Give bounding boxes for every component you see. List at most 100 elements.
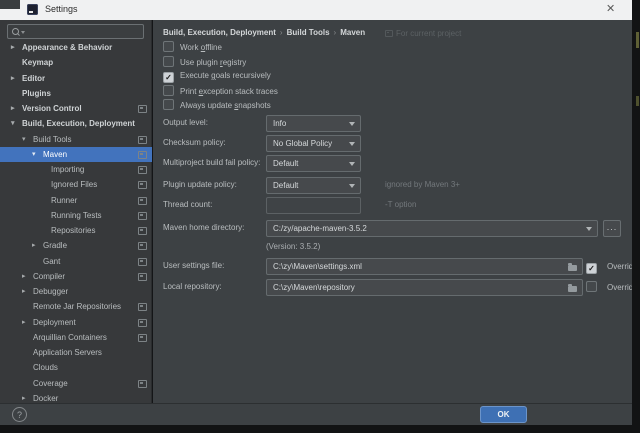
sidebar-item-label: Maven bbox=[43, 147, 67, 162]
sidebar-item-clouds[interactable]: Clouds bbox=[0, 360, 152, 375]
local-repo-input[interactable]: C:\zy\Maven\repository bbox=[266, 279, 583, 296]
sidebar-item-runner[interactable]: Runner bbox=[0, 193, 152, 208]
user-settings-override[interactable]: ✓Override bbox=[586, 260, 638, 274]
breadcrumb-item[interactable]: Build Tools bbox=[287, 28, 330, 37]
select-output-level[interactable]: Info bbox=[266, 115, 361, 132]
checkbox-label: Always update snapshots bbox=[180, 101, 271, 110]
breadcrumb-item[interactable]: Build, Execution, Deployment bbox=[163, 28, 276, 37]
project-setting-icon bbox=[138, 380, 147, 388]
select-plugin-update-policy[interactable]: Default bbox=[266, 177, 361, 194]
settings-dialog-icon bbox=[27, 4, 38, 15]
chevron-down-icon[interactable] bbox=[586, 227, 592, 231]
checkbox-row-work-offline[interactable]: Work offline bbox=[163, 41, 222, 53]
chevron-right-icon[interactable]: ▸ bbox=[11, 71, 15, 86]
sidebar-item-gradle[interactable]: ▸Gradle bbox=[0, 238, 152, 253]
local-repo-label: Local repository: bbox=[163, 282, 222, 291]
checkbox-row-execute-goals-recursively[interactable]: ✓Execute goals recursively bbox=[163, 70, 271, 82]
override-checkbox[interactable]: ✓ bbox=[586, 263, 597, 274]
sidebar-item-coverage[interactable]: Coverage bbox=[0, 376, 152, 391]
user-settings-input[interactable]: C:\zy\Maven\settings.xml bbox=[266, 258, 583, 275]
chevron-right-icon[interactable]: ▸ bbox=[11, 40, 15, 55]
sidebar-item-importing[interactable]: Importing bbox=[0, 162, 152, 177]
chevron-right-icon[interactable]: ▸ bbox=[22, 269, 26, 284]
maven-home-value: C:/zy/apache-maven-3.5.2 bbox=[273, 224, 367, 233]
project-setting-icon bbox=[138, 319, 147, 327]
project-setting-icon bbox=[138, 212, 147, 220]
chevron-right-icon[interactable]: ▸ bbox=[11, 101, 15, 116]
sidebar-item-build-execution-deployment[interactable]: ▾Build, Execution, Deployment bbox=[0, 116, 152, 131]
sidebar-item-label: Debugger bbox=[33, 284, 68, 299]
chevron-down-icon[interactable]: ▾ bbox=[32, 147, 36, 162]
sidebar-item-label: Importing bbox=[51, 162, 84, 177]
sidebar-item-arquillian-containers[interactable]: Arquillian Containers bbox=[0, 330, 152, 345]
checkbox[interactable] bbox=[163, 41, 174, 52]
sidebar-item-build-tools[interactable]: ▾Build Tools bbox=[0, 132, 152, 147]
project-setting-icon bbox=[138, 273, 147, 281]
thread-count-input[interactable] bbox=[266, 197, 361, 214]
window-titlebar[interactable]: Settings ✕ bbox=[0, 0, 632, 20]
sidebar-item-label: Ignored Files bbox=[51, 177, 97, 192]
select-hint: ignored by Maven 3+ bbox=[385, 180, 460, 189]
chevron-down-icon[interactable]: ▾ bbox=[11, 116, 15, 131]
background-edge bbox=[0, 425, 632, 433]
project-setting-icon bbox=[138, 334, 147, 342]
sidebar-item-application-servers[interactable]: Application Servers bbox=[0, 345, 152, 360]
sidebar-item-gant[interactable]: Gant bbox=[0, 254, 152, 269]
sidebar-item-repositories[interactable]: Repositories bbox=[0, 223, 152, 238]
checkbox[interactable] bbox=[163, 99, 174, 110]
project-setting-icon bbox=[138, 166, 147, 174]
project-setting-icon bbox=[138, 151, 147, 159]
checkbox-label: Work offline bbox=[180, 43, 222, 52]
sidebar-item-debugger[interactable]: ▸ Debugger bbox=[0, 284, 152, 299]
sidebar-item-running-tests[interactable]: Running Tests bbox=[0, 208, 152, 223]
sidebar-item-label: Runner bbox=[51, 193, 77, 208]
ok-button[interactable]: OK bbox=[480, 406, 527, 423]
sidebar-item-ignored-files[interactable]: Ignored Files bbox=[0, 177, 152, 192]
chevron-down-icon[interactable] bbox=[349, 142, 355, 146]
chevron-right-icon[interactable]: ▸ bbox=[32, 238, 36, 253]
chevron-right-icon[interactable]: ▸ bbox=[22, 315, 26, 330]
checkbox-row-use-plugin-registry[interactable]: Use plugin registry bbox=[163, 56, 246, 68]
local-repo-value: C:\zy\Maven\repository bbox=[273, 283, 355, 292]
select-checksum-policy[interactable]: No Global Policy bbox=[266, 135, 361, 152]
sidebar-item-label: Application Servers bbox=[33, 345, 102, 360]
project-setting-icon bbox=[138, 105, 147, 113]
sidebar-item-keymap[interactable]: Keymap bbox=[0, 55, 152, 70]
sidebar-item-maven[interactable]: ▾ Maven bbox=[0, 147, 152, 162]
local-repo-override[interactable]: Override bbox=[586, 281, 638, 294]
sidebar-item-label: Coverage bbox=[33, 376, 68, 391]
browse-button[interactable]: ... bbox=[603, 220, 621, 237]
sidebar-item-compiler[interactable]: ▸Compiler bbox=[0, 269, 152, 284]
sidebar-item-editor[interactable]: ▸Editor bbox=[0, 71, 152, 86]
chevron-down-icon[interactable] bbox=[349, 184, 355, 188]
search-input[interactable] bbox=[7, 24, 144, 39]
override-checkbox[interactable] bbox=[586, 281, 597, 292]
sidebar-item-deployment[interactable]: ▸Deployment bbox=[0, 315, 152, 330]
folder-icon[interactable] bbox=[568, 286, 577, 292]
sidebar-item-plugins[interactable]: Plugins bbox=[0, 86, 152, 101]
scrollbar-marker bbox=[636, 96, 639, 106]
checkbox-row-print-exception-stack-traces[interactable]: Print exception stack traces bbox=[163, 85, 278, 97]
checkbox[interactable]: ✓ bbox=[163, 72, 174, 83]
sidebar-item-label: Plugins bbox=[22, 86, 51, 101]
folder-icon[interactable] bbox=[568, 265, 577, 271]
sidebar-item-appearance-behavior[interactable]: ▸Appearance & Behavior bbox=[0, 40, 152, 55]
sidebar-item-version-control[interactable]: ▸Version Control bbox=[0, 101, 152, 116]
chevron-down-icon[interactable] bbox=[349, 122, 355, 126]
chevron-right-icon[interactable]: ▸ bbox=[22, 284, 26, 299]
sidebar-item-label: Remote Jar Repositories bbox=[33, 299, 121, 314]
chevron-down-icon[interactable]: ▾ bbox=[22, 132, 26, 147]
sidebar-item-label: Keymap bbox=[22, 55, 53, 70]
checkbox[interactable] bbox=[163, 85, 174, 96]
help-button[interactable]: ? bbox=[12, 407, 27, 422]
maven-settings-panel: Build, Execution, Deployment›Build Tools… bbox=[153, 20, 632, 403]
sidebar-item-remote-jar-repositories[interactable]: Remote Jar Repositories bbox=[0, 299, 152, 314]
checkbox[interactable] bbox=[163, 56, 174, 67]
chevron-down-icon[interactable] bbox=[349, 162, 355, 166]
settings-sidebar: ▸Appearance & BehaviorKeymap▸EditorPlugi… bbox=[0, 20, 152, 403]
select-multiproject-build-fail-policy[interactable]: Default bbox=[266, 155, 361, 172]
checkbox-row-always-update-snapshots[interactable]: Always update snapshots bbox=[163, 99, 271, 111]
scrollbar-marker bbox=[636, 32, 639, 48]
maven-home-combobox[interactable]: C:/zy/apache-maven-3.5.2 bbox=[266, 220, 598, 237]
close-icon[interactable]: ✕ bbox=[606, 3, 615, 16]
